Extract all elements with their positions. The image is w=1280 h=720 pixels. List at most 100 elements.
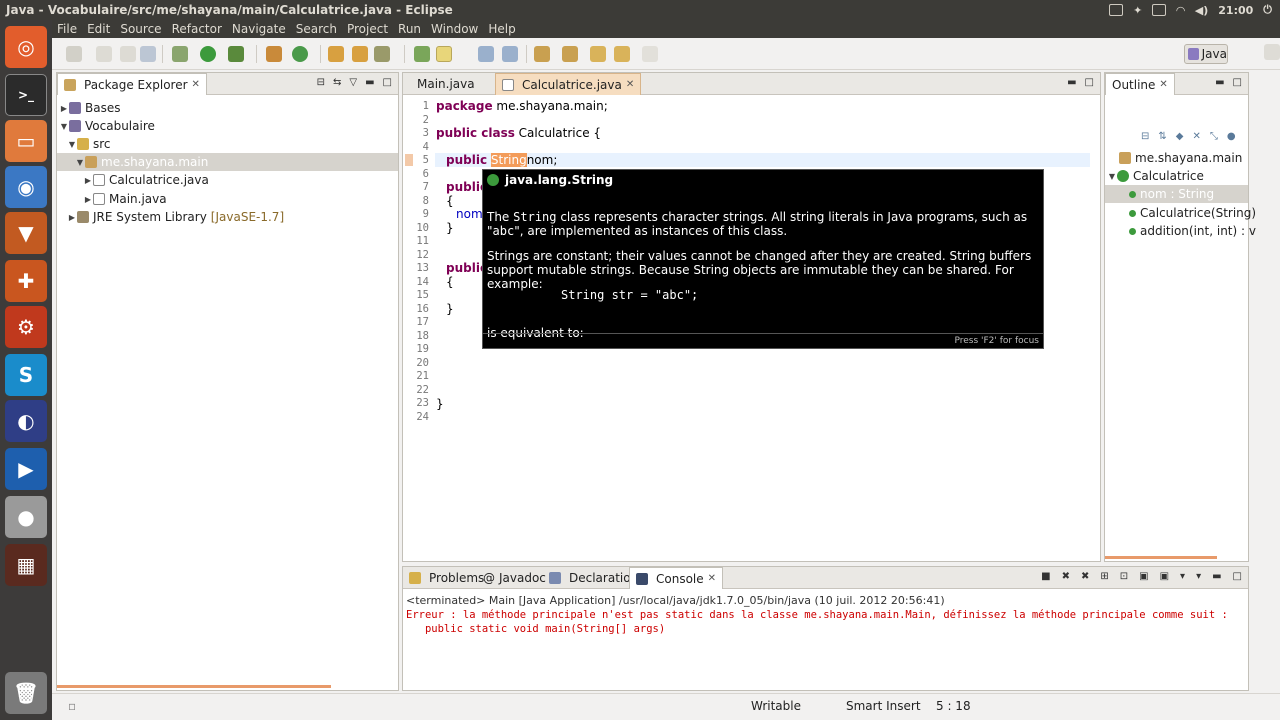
maximize-icon[interactable]: □: [1085, 77, 1094, 88]
open-console-icon[interactable]: ▾: [1196, 571, 1201, 582]
menu-navigate[interactable]: Navigate: [227, 22, 291, 36]
view-menu-icon[interactable]: ▽: [349, 77, 357, 88]
outline-item-field-selected[interactable]: nom : String: [1105, 185, 1248, 203]
files-icon[interactable]: ▭: [5, 120, 47, 162]
expand-arrow-icon[interactable]: ▶: [67, 213, 77, 222]
code-line-3[interactable]: public class Calculatrice {: [436, 126, 601, 140]
open-perspective-icon[interactable]: [1264, 44, 1280, 60]
tree-item-package-selected[interactable]: ▼ me.shayana.main: [57, 153, 398, 171]
code-line-10[interactable]: }: [446, 221, 454, 235]
maximize-icon[interactable]: □: [383, 77, 392, 88]
debug-icon[interactable]: [172, 46, 188, 62]
save-icon[interactable]: [96, 46, 112, 62]
new-class-icon[interactable]: [292, 46, 308, 62]
clock[interactable]: 21:00: [1218, 4, 1253, 17]
pin-console-icon[interactable]: ▣: [1160, 571, 1169, 582]
menu-source[interactable]: Source: [115, 22, 166, 36]
remove-launch-icon[interactable]: ✖: [1062, 571, 1070, 582]
show-whitespace-icon[interactable]: [478, 46, 494, 62]
chromium-icon[interactable]: ◉: [5, 166, 47, 208]
collapse-arrow-icon[interactable]: ▼: [1107, 172, 1117, 181]
collapse-all-icon[interactable]: ⊟: [1141, 131, 1149, 142]
word-wrap-icon[interactable]: ▣: [1139, 571, 1148, 582]
tab-outline[interactable]: Outline ✕: [1105, 73, 1175, 95]
code-line-8[interactable]: {: [446, 194, 454, 208]
menu-project[interactable]: Project: [342, 22, 393, 36]
display-console-icon[interactable]: ▾: [1180, 571, 1185, 582]
last-edit-location-icon[interactable]: [590, 46, 606, 62]
software-icon[interactable]: ✚: [5, 260, 47, 302]
tab-calculatrice-java[interactable]: Calculatrice.java ✕: [495, 73, 642, 95]
java-perspective-button[interactable]: Java: [1184, 44, 1228, 64]
next-annotation-icon[interactable]: [534, 46, 550, 62]
wifi-icon[interactable]: ◠: [1176, 4, 1184, 17]
menu-file[interactable]: File: [52, 22, 82, 36]
mail-icon[interactable]: [1152, 4, 1167, 16]
menu-window[interactable]: Window: [426, 22, 483, 36]
skype-icon[interactable]: S: [5, 354, 47, 396]
back-icon[interactable]: [614, 46, 630, 62]
collapse-all-icon[interactable]: ⊟: [317, 77, 325, 88]
menu-edit[interactable]: Edit: [82, 22, 115, 36]
scroll-lock-icon[interactable]: ⊞: [1100, 571, 1108, 582]
hide-static-icon[interactable]: ✕: [1192, 131, 1200, 142]
code-line-13[interactable]: public: [446, 261, 487, 275]
disk-icon[interactable]: ●: [5, 496, 47, 538]
minimize-icon[interactable]: ▬: [1215, 77, 1224, 88]
print-icon[interactable]: [140, 46, 156, 62]
block-selection-icon[interactable]: [502, 46, 518, 62]
menu-search[interactable]: Search: [291, 22, 342, 36]
maximize-icon[interactable]: □: [1233, 571, 1242, 582]
highlight-icon[interactable]: [436, 46, 452, 62]
menu-help[interactable]: Help: [483, 22, 520, 36]
collapse-arrow-icon[interactable]: ▼: [59, 122, 69, 131]
vlc-icon[interactable]: ▼: [5, 212, 47, 254]
collapse-arrow-icon[interactable]: ▼: [67, 140, 77, 149]
media-player-icon[interactable]: ▶: [5, 448, 47, 490]
clear-console-icon[interactable]: ⊡: [1120, 571, 1128, 582]
outline-item-constructor[interactable]: Calculatrice(String): [1129, 204, 1256, 222]
horizontal-scrollbar[interactable]: [1105, 556, 1217, 559]
external-tools-icon[interactable]: [228, 46, 244, 62]
close-icon[interactable]: ✕: [626, 79, 634, 90]
javadoc-hover-popup[interactable]: java.lang.String The String class repres…: [482, 169, 1044, 349]
code-line-16[interactable]: }: [446, 302, 454, 316]
tree-item-vocabulaire[interactable]: ▼ Vocabulaire: [59, 117, 155, 135]
close-icon[interactable]: ✕: [1159, 79, 1167, 90]
menu-refactor[interactable]: Refactor: [167, 22, 227, 36]
hide-local-types-icon[interactable]: ●: [1227, 131, 1236, 142]
volume-icon[interactable]: ◀): [1195, 4, 1209, 17]
outline-item-class[interactable]: ▼ Calculatrice: [1107, 167, 1204, 185]
new-java-project-icon[interactable]: [266, 46, 282, 62]
dash-icon[interactable]: ◎: [5, 26, 47, 68]
link-editor-icon[interactable]: ⇆: [333, 77, 341, 88]
close-icon[interactable]: ✕: [192, 79, 200, 90]
open-type-icon[interactable]: [328, 46, 344, 62]
terminal-icon[interactable]: >_: [5, 74, 47, 116]
settings-icon[interactable]: ⚙: [5, 306, 47, 348]
eclipse-icon[interactable]: ◐: [5, 400, 47, 442]
tree-item-bases[interactable]: ▶ Bases: [59, 99, 121, 117]
minimize-icon[interactable]: ▬: [1067, 77, 1076, 88]
hide-fields-icon[interactable]: ◆: [1176, 131, 1184, 142]
code-line-1[interactable]: package me.shayana.main;: [436, 99, 608, 113]
maximize-icon[interactable]: □: [1233, 77, 1242, 88]
tab-javadoc[interactable]: @ Javadoc: [477, 567, 552, 589]
dropbox-icon[interactable]: ✦: [1133, 4, 1142, 17]
tree-item-calculatrice-java[interactable]: ▶ Calculatrice.java: [83, 171, 209, 189]
tree-item-src[interactable]: ▼ src: [67, 135, 111, 153]
horizontal-scrollbar[interactable]: [57, 685, 331, 688]
tree-item-jre-library[interactable]: ▶ JRE System Library [JavaSE-1.7]: [67, 208, 284, 226]
code-line-9[interactable]: nom: [456, 207, 483, 221]
remove-all-icon[interactable]: ✖: [1081, 571, 1089, 582]
hide-nonpublic-icon[interactable]: ⤡: [1210, 131, 1218, 142]
sort-icon[interactable]: ⇅: [1158, 131, 1166, 142]
code-line-14[interactable]: {: [446, 275, 454, 289]
expand-arrow-icon[interactable]: ▶: [59, 104, 69, 113]
outline-item-package[interactable]: me.shayana.main: [1119, 149, 1242, 167]
run-icon[interactable]: [200, 46, 216, 62]
power-icon[interactable]: ⏻: [1263, 3, 1272, 17]
workspace-switcher-icon[interactable]: ▦: [5, 544, 47, 586]
outline-item-method[interactable]: addition(int, int) : v: [1129, 222, 1256, 240]
open-task-icon[interactable]: [374, 46, 390, 62]
